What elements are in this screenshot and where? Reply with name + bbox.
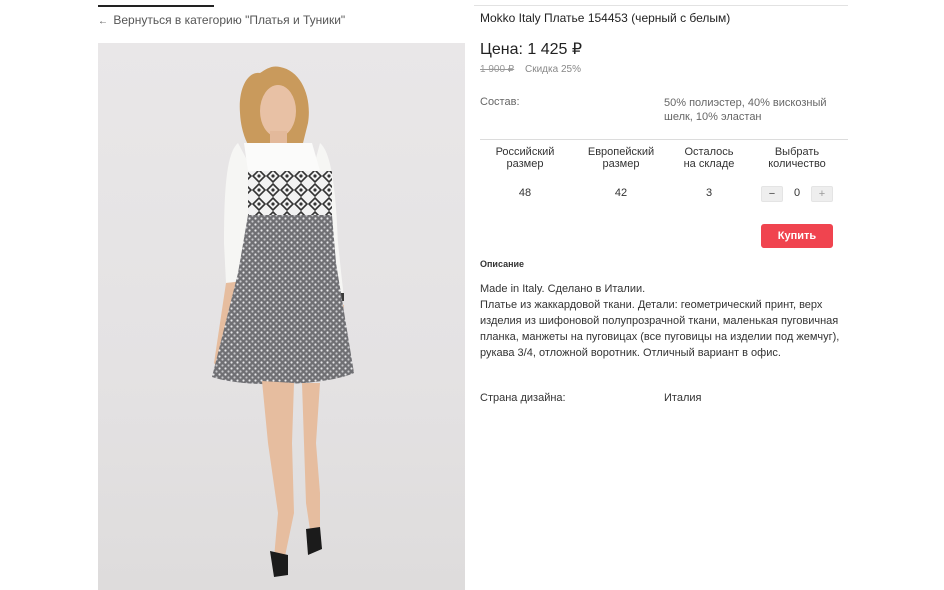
description-text: Made in Italy. Сделано в Италии. Платье …	[480, 281, 846, 361]
header-ru-size: Российский размер	[480, 146, 570, 170]
composition-label: Состав:	[480, 96, 520, 108]
back-link-label: Вернуться в категорию "Платья и Туники"	[113, 13, 346, 27]
quantity-stepper: − 0 +	[761, 186, 833, 202]
header-eu-size-line2: размер	[602, 158, 640, 170]
quantity-decrease-button[interactable]: −	[761, 186, 783, 202]
value-eu-size: 42	[614, 187, 628, 199]
old-price: 1 900 ₽	[480, 64, 515, 75]
size-table-divider	[480, 139, 848, 140]
composition-value: 50% полиэстер, 40% вискозный шелк, 10% э…	[664, 97, 827, 123]
product-title: Mokko Italy Платье 154453 (черный с белы…	[480, 11, 731, 25]
header-quantity-line1: Выбрать	[774, 146, 820, 158]
header-eu-size-line1: Европейский	[587, 146, 655, 158]
product-photo[interactable]	[98, 43, 465, 590]
description-heading: Описание	[480, 259, 525, 269]
header-ru-size-line1: Российский	[495, 146, 555, 158]
top-divider	[474, 5, 848, 6]
current-price: Цена: 1 425 ₽	[480, 41, 583, 58]
header-stock-line1: Осталось	[684, 146, 734, 158]
header-eu-size: Европейский размер	[576, 146, 666, 170]
header-quantity-line2: количество	[768, 158, 826, 170]
design-country-value: Италия	[664, 392, 702, 404]
value-ru-size: 48	[518, 187, 532, 199]
active-tab-indicator	[98, 5, 214, 7]
header-stock: Осталось на складе	[664, 146, 754, 170]
design-country-label: Страна дизайна:	[480, 392, 566, 404]
description-line-2: Платье из жаккардовой ткани. Детали: гео…	[480, 299, 840, 359]
description-line-1: Made in Italy. Сделано в Италии.	[480, 283, 646, 295]
discount-badge: Скидка 25%	[525, 64, 581, 75]
header-stock-line2: на складе	[683, 158, 735, 170]
header-quantity: Выбрать количество	[752, 146, 842, 170]
header-ru-size-line2: размер	[506, 158, 544, 170]
model-illustration	[212, 66, 354, 577]
quantity-increase-button[interactable]: +	[811, 186, 833, 202]
quantity-value[interactable]: 0	[785, 186, 809, 200]
back-to-category-link[interactable]: ← Вернуться в категорию "Платья и Туники…	[98, 13, 345, 27]
value-stock: 3	[705, 187, 713, 199]
buy-button[interactable]: Купить	[761, 224, 833, 248]
back-arrow-icon: ←	[98, 16, 108, 27]
